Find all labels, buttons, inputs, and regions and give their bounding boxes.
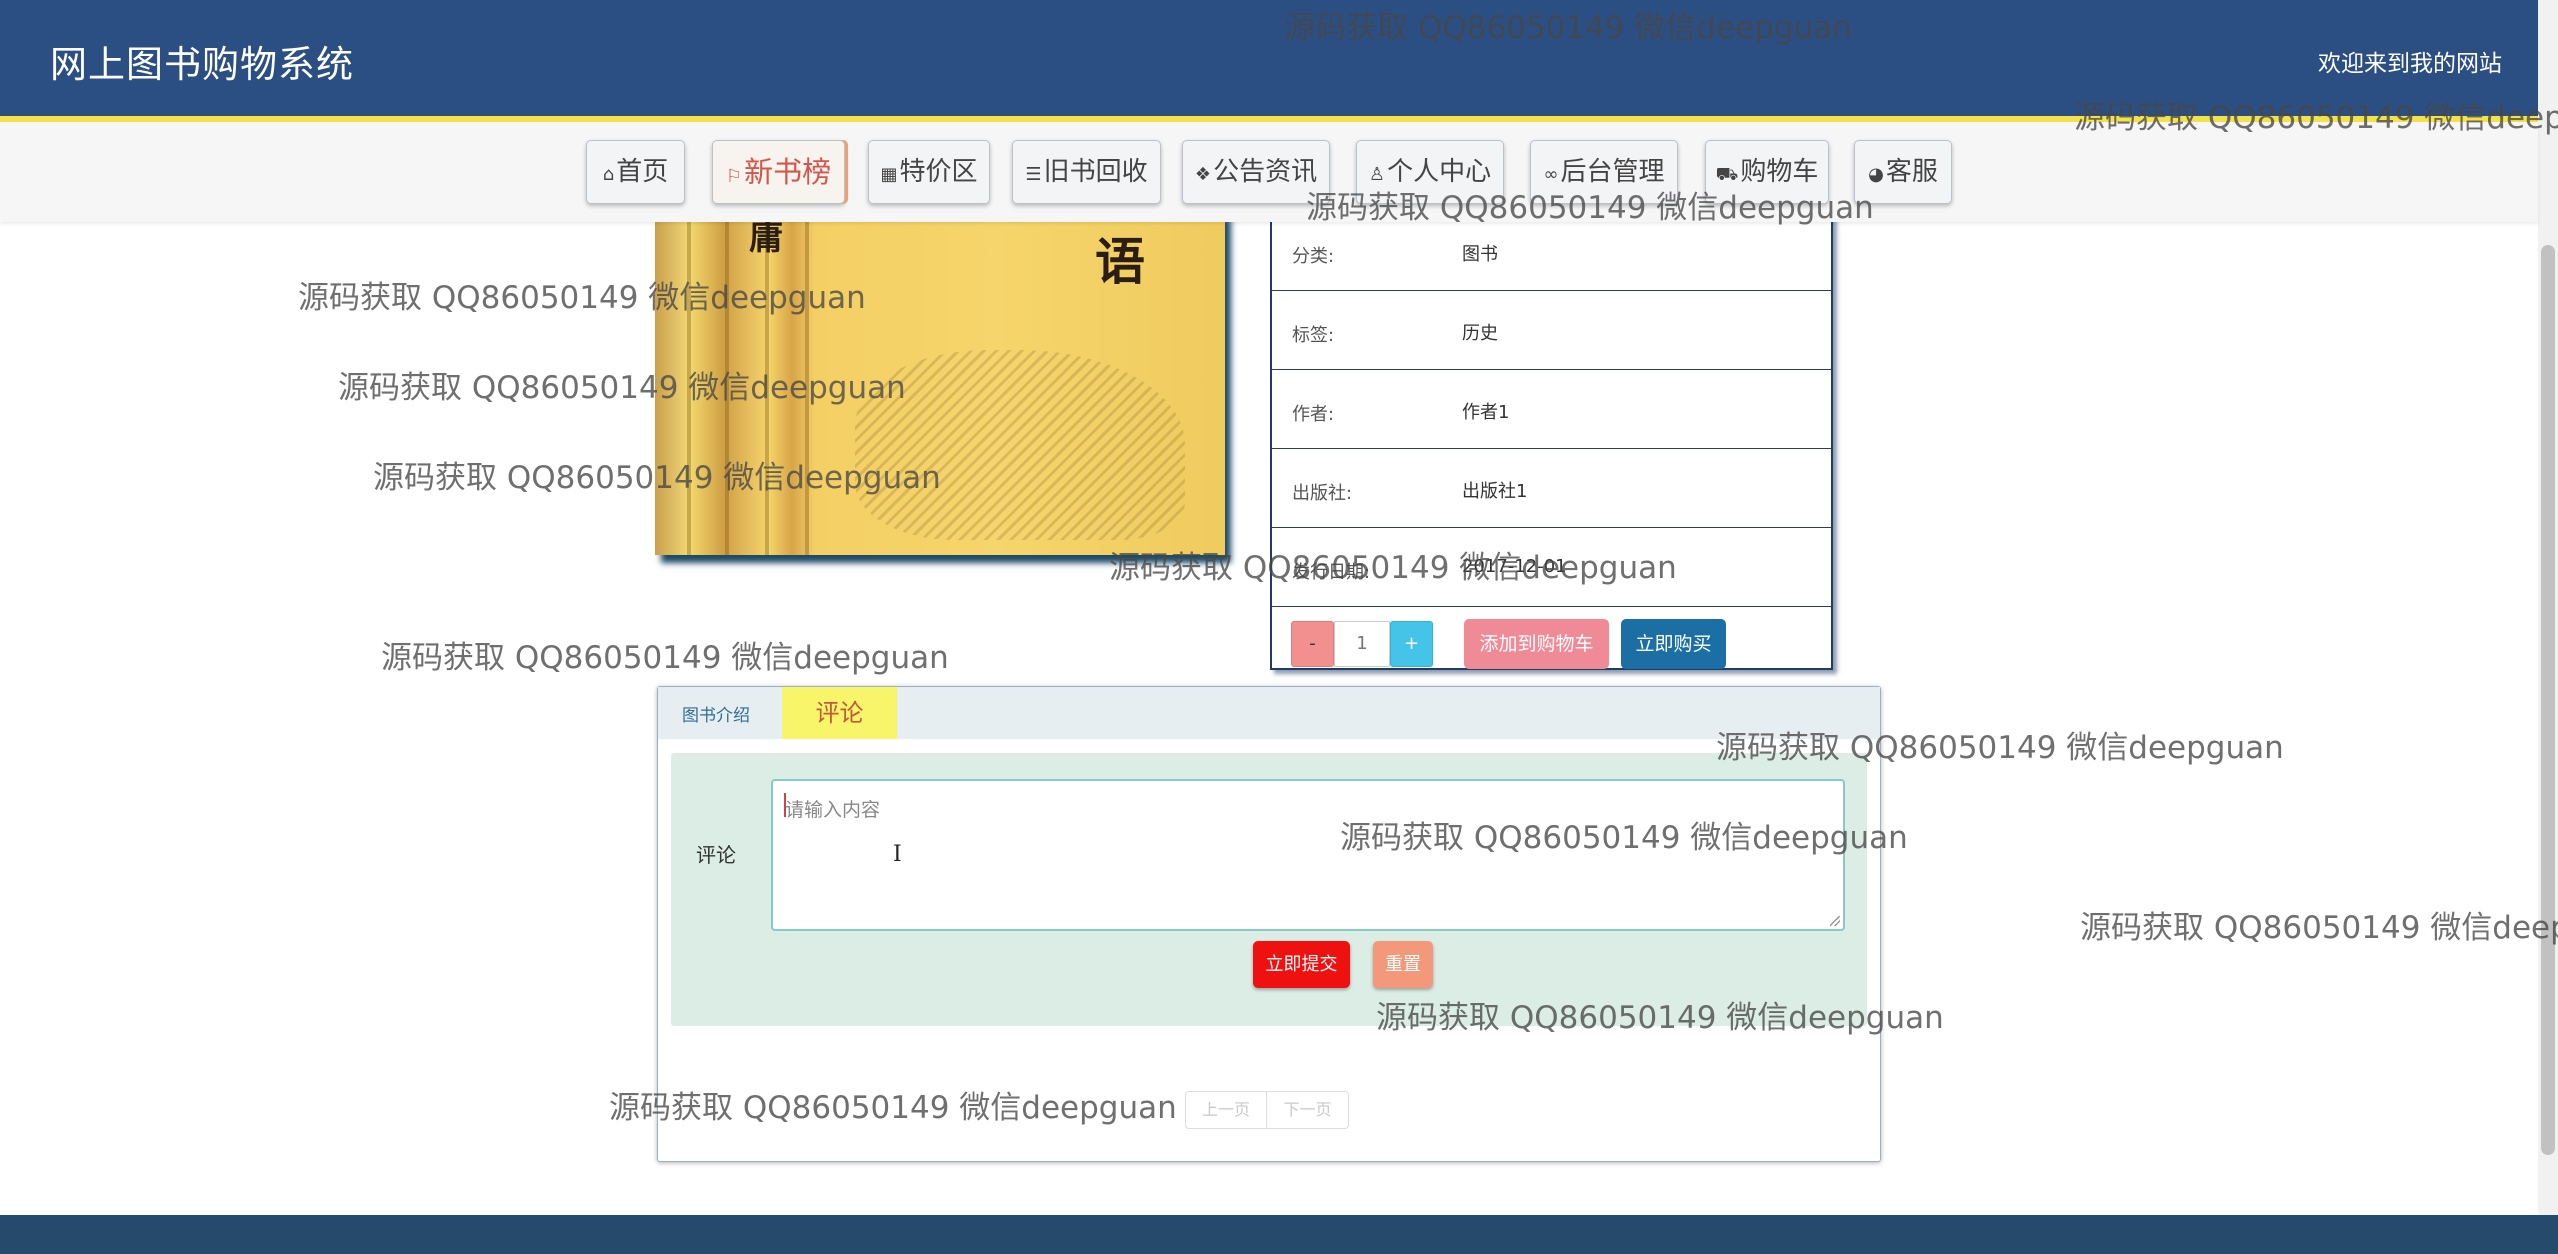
flag-icon: ⚐ bbox=[725, 166, 743, 187]
watermark: 源码获取 QQ86050149 微信deepguan bbox=[1716, 730, 2284, 766]
add-to-cart-button[interactable]: 添加到购物车 bbox=[1464, 619, 1609, 669]
tab-book-intro[interactable]: 图书介绍 bbox=[682, 701, 750, 726]
watermark: 源码获取 QQ86050149 微信deepguan bbox=[1306, 190, 1874, 226]
home-icon: ⌂ bbox=[602, 164, 615, 185]
welcome-text: 欢迎来到我的网站 bbox=[2318, 51, 2502, 77]
detail-value: 出版社1 bbox=[1462, 481, 1528, 502]
detail-value: 图书 bbox=[1462, 244, 1498, 265]
scrollbar-thumb[interactable] bbox=[2541, 245, 2555, 1155]
detail-label: 作者: bbox=[1292, 404, 1335, 425]
tab-bar: 图书介绍 评论 bbox=[658, 687, 1880, 739]
detail-row-author: 作者: 作者1 bbox=[1272, 370, 1831, 449]
text-caret bbox=[784, 793, 786, 817]
reset-button[interactable]: 重置 bbox=[1373, 941, 1433, 988]
watermark: 源码获取 QQ86050149 微信deepguan bbox=[1340, 820, 1908, 856]
watermark: 源码获取 QQ86050149 微信deepguan bbox=[609, 1090, 1177, 1126]
buy-now-button[interactable]: 立即购买 bbox=[1621, 619, 1726, 669]
tab-comments[interactable]: 评论 bbox=[782, 687, 897, 739]
detail-value: 历史 bbox=[1462, 323, 1498, 344]
purchase-row: - 1 + 添加到购物车 立即购买 bbox=[1272, 607, 1831, 670]
watermark: 源码获取 QQ86050149 微信deepg bbox=[2074, 100, 2558, 136]
nav-label: 公告资讯 bbox=[1213, 157, 1318, 187]
comment-placeholder: 请输入内容 bbox=[785, 799, 881, 821]
watermark: 源码获取 QQ86050149 微信deepguan bbox=[1284, 10, 1852, 46]
watermark: 源码获取 QQ86050149 微信deepguan bbox=[1109, 550, 1677, 586]
book-details-table: 分类: 图书 标签: 历史 作者: 作者1 出版社: 出版社1 发行日期: 20… bbox=[1270, 210, 1833, 670]
resize-handle[interactable] bbox=[1830, 916, 1840, 926]
watermark: 源码获取 QQ86050149 微信deep bbox=[2080, 910, 2558, 946]
watermark: 源码获取 QQ86050149 微信deepguan bbox=[338, 370, 906, 406]
nav-home[interactable]: ⌂首页 bbox=[586, 140, 685, 204]
submit-comment-button[interactable]: 立即提交 bbox=[1253, 941, 1350, 988]
nav-label: 客服 bbox=[1885, 157, 1938, 187]
detail-label: 出版社: bbox=[1292, 483, 1353, 504]
nav-label: 特价区 bbox=[899, 157, 978, 187]
detail-value: 作者1 bbox=[1462, 402, 1510, 423]
quantity-increase-button[interactable]: + bbox=[1390, 621, 1433, 667]
nav-new-books[interactable]: ⚐新书榜 bbox=[712, 140, 845, 204]
site-footer bbox=[0, 1215, 2558, 1254]
detail-row-tag: 标签: 历史 bbox=[1272, 291, 1831, 370]
comment-form: 评论 请输入内容 立即提交 重置 bbox=[671, 753, 1867, 1026]
layers-icon: ❖ bbox=[1194, 164, 1212, 185]
detail-row-publisher: 出版社: 出版社1 bbox=[1272, 449, 1831, 528]
detail-label: 分类: bbox=[1292, 246, 1335, 267]
text-cursor-icon: Ⅰ bbox=[893, 842, 902, 867]
watermark: 源码获取 QQ86050149 微信deepguan bbox=[298, 280, 866, 316]
comment-field-label: 评论 bbox=[696, 843, 736, 867]
nav-label: 旧书回收 bbox=[1043, 157, 1148, 187]
quantity-decrease-button[interactable]: - bbox=[1291, 621, 1334, 667]
cover-title-char: 语 bbox=[1095, 232, 1145, 291]
previous-page-button[interactable]: 上一页 bbox=[1185, 1091, 1267, 1129]
nav-used-book-recycling[interactable]: ☰旧书回收 bbox=[1012, 140, 1161, 204]
next-page-button[interactable]: 下一页 bbox=[1267, 1091, 1349, 1129]
grid-icon: ▦ bbox=[880, 164, 898, 185]
quantity-input[interactable]: 1 bbox=[1334, 621, 1390, 667]
site-title[interactable]: 网上图书购物系统 bbox=[50, 34, 354, 88]
nav-label: 首页 bbox=[616, 157, 669, 187]
nav-label: 新书榜 bbox=[744, 155, 832, 189]
sliders-icon: ☰ bbox=[1025, 164, 1042, 185]
watermark: 源码获取 QQ86050149 微信deepguan bbox=[381, 640, 949, 676]
watermark: 源码获取 QQ86050149 微信deepguan bbox=[373, 460, 941, 496]
watermark: 源码获取 QQ86050149 微信deepguan bbox=[1376, 1000, 1944, 1036]
page-scrollbar[interactable] bbox=[2538, 0, 2558, 1215]
main-nav: ⌂首页 ⚐新书榜 ▦特价区 ☰旧书回收 ❖公告资讯 ♙个人中心 ∞后台管理 ⛟购… bbox=[0, 122, 2538, 222]
detail-label: 标签: bbox=[1292, 325, 1335, 346]
nav-special-offers[interactable]: ▦特价区 bbox=[868, 140, 990, 204]
